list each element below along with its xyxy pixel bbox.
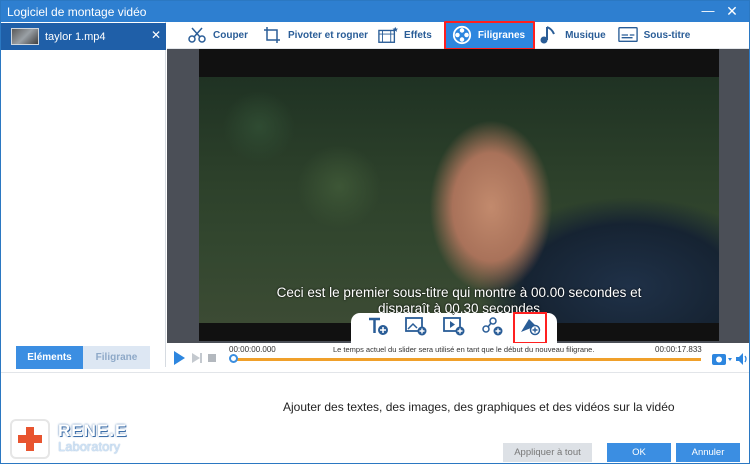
add-image-button[interactable] bbox=[404, 316, 428, 341]
watermark-toolbar: ⌄ bbox=[351, 308, 557, 344]
ok-button[interactable]: OK bbox=[607, 443, 671, 462]
remove-file-button[interactable]: ✕ bbox=[151, 28, 161, 42]
add-shape-button[interactable] bbox=[480, 316, 504, 341]
minimize-button[interactable]: — bbox=[699, 3, 717, 19]
total-time: 00:00:17.833 bbox=[655, 345, 702, 354]
current-time: 00:00:00.000 bbox=[229, 345, 276, 354]
playback-bar: 00:00:00.000 Le temps actuel du slider s… bbox=[167, 343, 749, 373]
play-controls-icon bbox=[174, 351, 216, 365]
camera-icon bbox=[712, 354, 732, 365]
dialog-footer: Ajouter des textes, des images, des grap… bbox=[1, 372, 749, 463]
add-shape-icon bbox=[481, 316, 503, 341]
media-file-item[interactable]: taylor 1.mp4 ✕ bbox=[1, 23, 166, 50]
volume-button[interactable] bbox=[735, 352, 749, 371]
add-video-button[interactable]: ⌄ bbox=[442, 308, 466, 341]
tab-watermarks-label: Filigranes bbox=[477, 29, 526, 41]
tab-music[interactable]: Musique bbox=[539, 22, 616, 49]
tab-cut[interactable]: Couper bbox=[187, 22, 258, 49]
rotate-crop-icon bbox=[262, 25, 282, 45]
media-file-name: taylor 1.mp4 bbox=[45, 30, 106, 43]
music-note-icon bbox=[539, 25, 559, 45]
feature-tabs: Couper Pivoter et rogner Effets Filigran… bbox=[167, 20, 749, 50]
add-video-icon bbox=[443, 316, 465, 341]
instruction-text: Ajouter des textes, des images, des grap… bbox=[283, 400, 675, 414]
window-title: Logiciel de montage vidéo bbox=[7, 4, 147, 19]
timeline-track[interactable] bbox=[233, 358, 701, 361]
speaker-icon bbox=[736, 353, 747, 365]
media-sidebar: taylor 1.mp4 ✕ bbox=[1, 22, 166, 367]
tab-rotate-crop[interactable]: Pivoter et rogner bbox=[262, 22, 378, 49]
watermark-reel-icon bbox=[452, 25, 472, 45]
close-window-button[interactable]: ✕ bbox=[723, 3, 741, 19]
video-thumbnail bbox=[11, 28, 39, 45]
add-text-button[interactable] bbox=[366, 317, 390, 339]
subtitle-icon bbox=[617, 25, 638, 45]
tab-effects-label: Effets bbox=[404, 29, 432, 41]
snapshot-button[interactable] bbox=[711, 351, 733, 372]
cancel-button[interactable]: Annuler bbox=[676, 443, 740, 462]
timeline-info: Le temps actuel du slider sera utilisé e… bbox=[333, 345, 595, 354]
apply-all-button[interactable]: Appliquer à tout bbox=[503, 443, 592, 462]
add-graphic-icon bbox=[519, 316, 541, 341]
tab-watermarks[interactable]: Filigranes bbox=[443, 20, 536, 50]
tab-subtitle[interactable]: Sous-titre bbox=[617, 22, 701, 49]
app-window: Logiciel de montage vidéo — ✕ taylor 1.m… bbox=[0, 0, 750, 464]
cut-icon bbox=[187, 25, 207, 45]
add-text-icon bbox=[367, 316, 389, 341]
video-preview-area: Ceci est le premier sous-titre qui montr… bbox=[167, 49, 749, 349]
logo-sub: Laboratory bbox=[58, 439, 121, 454]
timeline-slider-handle[interactable] bbox=[229, 354, 238, 363]
tab-rotate-crop-label: Pivoter et rogner bbox=[288, 29, 369, 41]
renee-logo: RENE.E Laboratory bbox=[10, 417, 136, 461]
add-graphic-button[interactable] bbox=[513, 312, 547, 344]
tab-effects[interactable]: Effets bbox=[378, 22, 442, 49]
tab-watermark-list[interactable]: Filigrane bbox=[83, 346, 150, 369]
tab-subtitle-label: Sous-titre bbox=[643, 29, 691, 41]
play-button[interactable] bbox=[173, 351, 217, 370]
effects-icon bbox=[378, 25, 399, 45]
tab-music-label: Musique bbox=[565, 29, 606, 41]
logo-cross-icon bbox=[10, 419, 50, 459]
title-bar: Logiciel de montage vidéo — ✕ bbox=[1, 1, 749, 22]
subtitle-line-1: Ceci est le premier sous-titre qui montr… bbox=[276, 285, 642, 300]
add-image-icon bbox=[405, 316, 427, 341]
sidebar-bottom-tabs: Eléments Filigrane bbox=[16, 346, 150, 369]
video-frame: Ceci est le premier sous-titre qui montr… bbox=[199, 49, 719, 341]
tab-cut-label: Couper bbox=[213, 29, 248, 41]
tab-elements[interactable]: Eléments bbox=[16, 346, 83, 369]
logo-brand: RENE.E bbox=[58, 421, 128, 440]
chevron-down-icon: ⌄ bbox=[450, 308, 457, 317]
